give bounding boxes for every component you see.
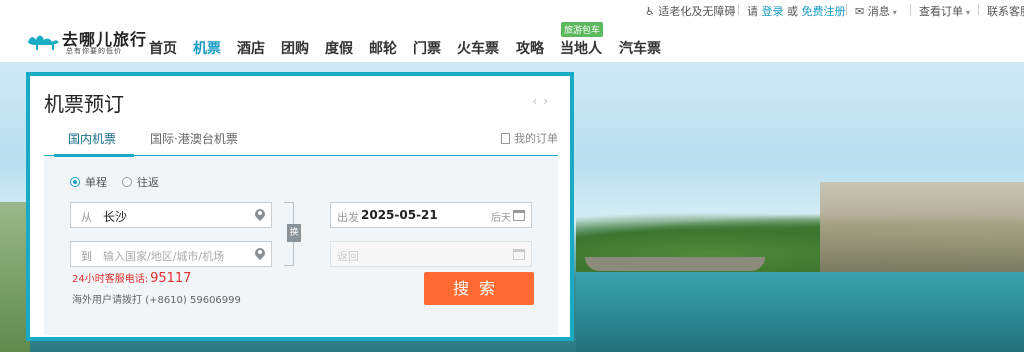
camel-logo-icon xyxy=(28,35,59,50)
accessibility-link[interactable]: ♿ 适老化及无障碍 xyxy=(645,3,735,19)
top-utility-bar: ♿ 适老化及无障碍 请 登录 或 免费注册 ✉ 消息▾ 查看订单▾ 联系客服 xyxy=(0,0,1024,20)
hotline: 24小时客服电话: 95117 xyxy=(72,271,192,286)
nav-bus[interactable]: 汽车票 xyxy=(619,38,661,58)
calendar-icon xyxy=(513,210,525,221)
to-city-field[interactable]: 到 输入国家/地区/城市/机场 xyxy=(70,241,272,267)
nav-flights[interactable]: 机票 xyxy=(193,38,221,58)
mail-icon: ✉ xyxy=(855,5,865,18)
site-header: 去哪儿旅行 总有你要的低价 首页 机票 酒店 团购 度假 邮轮 门票 火车票 攻… xyxy=(0,20,1024,62)
chevron-left-icon[interactable]: ‹ xyxy=(532,94,543,108)
messages-menu[interactable]: ✉ 消息 ▾ xyxy=(855,3,897,19)
divider xyxy=(846,4,847,15)
chevron-down-icon: ▾ xyxy=(966,8,971,17)
chevron-right-icon[interactable]: › xyxy=(543,94,554,108)
accessibility-icon: ♿ xyxy=(645,5,655,18)
divider xyxy=(978,4,979,15)
flight-booking-panel: 机票预订 ‹› 国内机票 国际·港澳台机票 我的订单 单程 往返 从 长沙 到 … xyxy=(26,72,574,341)
depart-date-value: 2025-05-21 xyxy=(361,208,438,222)
depart-date-field[interactable]: 出发 2025-05-21 后天 xyxy=(330,202,532,228)
nav-group-buy[interactable]: 团购 xyxy=(281,38,309,58)
login-area: 请 登录 或 免费注册 xyxy=(747,5,846,18)
charter-badge[interactable]: 旅游包车 xyxy=(561,22,604,37)
nav-tickets[interactable]: 门票 xyxy=(413,38,441,58)
nav-locals[interactable]: 当地人 xyxy=(560,38,602,58)
location-pin-icon xyxy=(255,209,265,221)
flight-tabs: 国内机票 国际·港澳台机票 我的订单 xyxy=(44,124,558,157)
search-form: 单程 往返 从 长沙 到 输入国家/地区/城市/机场 换 出发 2025-05-… xyxy=(44,157,558,335)
hero-river xyxy=(576,272,1024,352)
depart-hint: 后天 xyxy=(491,213,511,224)
hero-bridge xyxy=(585,257,765,271)
hotline-number: 95117 xyxy=(150,271,192,286)
radio-round-trip[interactable]: 往返 xyxy=(122,174,159,190)
nav-cruise[interactable]: 邮轮 xyxy=(369,38,397,58)
calendar-icon xyxy=(513,249,525,260)
from-city-value: 长沙 xyxy=(103,210,128,224)
contact-link[interactable]: 联系客服 xyxy=(987,3,1024,19)
return-date-field[interactable]: 返回 xyxy=(330,241,532,267)
nav-hotels[interactable]: 酒店 xyxy=(237,38,265,58)
document-icon xyxy=(501,133,510,144)
tab-international[interactable]: 国际·港澳台机票 xyxy=(150,130,238,147)
tab-domestic[interactable]: 国内机票 xyxy=(68,130,116,147)
overseas-phone: 海外用户请拨打 (+8610) 59606999 xyxy=(72,295,241,306)
swap-button[interactable]: 换 xyxy=(287,224,301,242)
divider xyxy=(910,4,911,15)
nav-vacation[interactable]: 度假 xyxy=(325,38,353,58)
orders-menu[interactable]: 查看订单 ▾ xyxy=(919,3,970,19)
radio-one-way[interactable]: 单程 xyxy=(70,174,107,190)
radio-unchecked-icon xyxy=(122,177,132,187)
nav-train[interactable]: 火车票 xyxy=(457,38,499,58)
to-city-placeholder: 输入国家/地区/城市/机场 xyxy=(103,250,225,263)
register-link[interactable]: 免费注册 xyxy=(802,5,846,18)
swap-cities: 换 xyxy=(284,202,304,266)
logo[interactable]: 去哪儿旅行 总有你要的低价 xyxy=(26,26,146,58)
panel-title: 机票预订 xyxy=(44,92,124,116)
from-city-field[interactable]: 从 长沙 xyxy=(70,202,272,228)
search-button[interactable]: 搜索 xyxy=(424,272,534,305)
carousel-arrows: ‹› xyxy=(532,94,554,108)
login-link[interactable]: 登录 xyxy=(762,5,784,18)
radio-checked-icon xyxy=(70,177,80,187)
location-pin-icon xyxy=(255,248,265,260)
my-orders-link[interactable]: 我的订单 xyxy=(501,130,558,146)
divider xyxy=(738,4,739,15)
nav-home[interactable]: 首页 xyxy=(149,38,177,58)
chevron-down-icon: ▾ xyxy=(892,8,897,17)
nav-guides[interactable]: 攻略 xyxy=(516,38,544,58)
logo-slogan: 总有你要的低价 xyxy=(66,47,122,55)
hero-buildings xyxy=(820,182,1024,272)
